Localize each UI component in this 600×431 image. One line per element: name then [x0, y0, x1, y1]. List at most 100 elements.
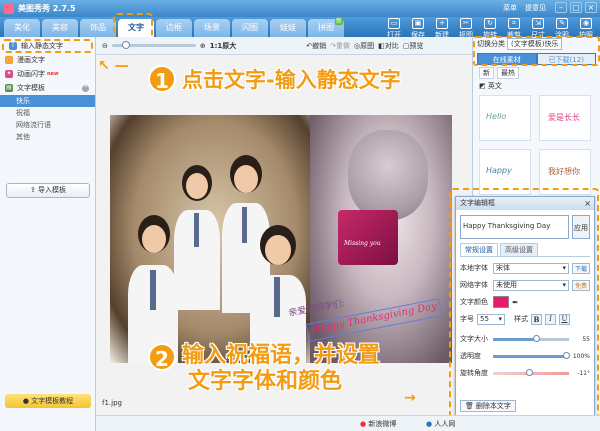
text-color-swatch[interactable]: [493, 296, 509, 308]
arrow-right-icon: →: [404, 390, 416, 406]
weibo-share-link[interactable]: ● 新浪微博: [360, 419, 396, 429]
main-tab-bar: 美化 美容 饰品 文字 边框 场景 闪图 娃娃 拼图 新 ▭ 打开 ▣ 保存 + 新建…: [0, 17, 600, 39]
apply-button[interactable]: 应用: [572, 215, 590, 239]
template-category-item[interactable]: 快乐: [0, 95, 95, 107]
opacity-knob[interactable]: [562, 351, 570, 359]
menu-link[interactable]: 菜单: [503, 3, 517, 13]
rotate-icon: ↻: [484, 18, 496, 29]
close-icon[interactable]: ×: [585, 2, 597, 13]
rotation-slider[interactable]: [493, 368, 569, 376]
student-tie: [150, 270, 156, 310]
tab-advanced-settings[interactable]: 高级设置: [500, 243, 538, 256]
preview-button[interactable]: ▢预览: [403, 41, 424, 51]
text-size-slider[interactable]: [493, 334, 569, 342]
folder-icon: ▭: [388, 18, 400, 29]
tab-collage-label: 拼图: [318, 23, 334, 32]
collapse-icon[interactable]: ^: [82, 84, 89, 92]
tab-beautify[interactable]: 美化: [4, 19, 40, 37]
style-label: 样式: [514, 315, 528, 323]
opacity-slider[interactable]: [493, 351, 570, 359]
template-thumb[interactable]: Hello: [479, 95, 531, 141]
undo-button[interactable]: ↶撤销: [306, 41, 326, 51]
text-size-label: 文字大小: [460, 335, 488, 343]
template-thumb-text: 我好想你: [548, 167, 580, 176]
text-content-input[interactable]: Happy Thanksgiving Day: [460, 215, 569, 239]
download-font-button[interactable]: 下载: [571, 262, 590, 274]
template-category-item[interactable]: 祝福: [0, 107, 95, 119]
redo-label: 重做: [336, 41, 351, 50]
delete-text-button[interactable]: 🗑 删除本文字: [460, 400, 516, 412]
new-file-icon: +: [436, 18, 448, 29]
maximize-icon[interactable]: □: [570, 2, 582, 13]
camera-icon: ◉: [580, 18, 592, 29]
compare-button[interactable]: ◧对比: [378, 41, 399, 51]
close-icon[interactable]: ×: [584, 197, 591, 210]
dialog-title: 文字编辑框: [460, 199, 495, 207]
text-edit-dialog: 文字编辑框 × Happy Thanksgiving Day 应用 常规设置 高…: [455, 196, 595, 416]
sidebar-item-label: 动画闪字: [17, 70, 45, 78]
compare-label: 对比: [384, 41, 399, 50]
cutout-icon: ✂: [460, 18, 472, 29]
local-font-select[interactable]: 宋体: [493, 262, 569, 274]
top-menu: 菜单 提意见: [503, 3, 546, 13]
underline-button[interactable]: U: [559, 313, 570, 325]
tab-makeup[interactable]: 美容: [42, 19, 78, 37]
template-thumb[interactable]: 爱是长长: [539, 95, 591, 141]
web-font-select[interactable]: 未使用: [493, 279, 569, 291]
subtab-new[interactable]: 新: [479, 67, 494, 79]
save-icon: ▣: [412, 18, 424, 29]
sidebar-item-text-template[interactable]: ▤ 文字模板 ^: [0, 81, 95, 95]
tab-accessories[interactable]: 饰品: [80, 19, 116, 37]
tab-border[interactable]: 边框: [156, 19, 192, 37]
template-category-item[interactable]: 其他: [0, 131, 95, 143]
italic-button[interactable]: I: [545, 313, 556, 325]
renren-share-link[interactable]: ● 人人网: [426, 419, 455, 429]
step2-line2: 文字字体和颜色: [188, 369, 343, 394]
eyedropper-icon[interactable]: ✒: [512, 298, 519, 307]
import-icon: ⇪: [29, 186, 39, 194]
rotation-value: -11°: [577, 369, 590, 377]
template-icon: ▤: [5, 84, 13, 92]
tab-basic-settings[interactable]: 常规设置: [460, 243, 498, 256]
template-tutorial-button[interactable]: ● 文字模板教程: [5, 394, 91, 408]
subtab-hot[interactable]: 最热: [497, 67, 519, 79]
import-template-button[interactable]: ⇪ 导入模板: [6, 183, 90, 198]
sidebar-item-comic-text[interactable]: ◌ 漫画文字: [0, 53, 95, 67]
redo-button[interactable]: ↷重做: [330, 41, 350, 51]
zoom-in-icon[interactable]: ⊕: [200, 42, 206, 50]
student-face: [142, 225, 166, 253]
step1-number: 1: [148, 65, 176, 93]
title-bar: 美图秀秀 2.7.5 菜单 提意见 – □ ×: [0, 0, 600, 17]
sidebar-item-label: 输入静态文字: [21, 42, 63, 50]
rotation-knob[interactable]: [526, 368, 534, 376]
zoom-slider[interactable]: [111, 41, 196, 49]
bulb-icon: ●: [22, 397, 32, 405]
font-size-select[interactable]: 55: [477, 313, 505, 325]
zoom-out-icon[interactable]: ⊖: [102, 42, 108, 50]
sidebar-item-static-text[interactable]: T 输入静态文字: [2, 39, 93, 53]
language-filter[interactable]: ◩ 英文: [479, 81, 594, 91]
step1-text: 点击文字-输入静态文字: [182, 68, 401, 92]
template-category-item[interactable]: 网络流行语: [0, 119, 95, 131]
free-font-button[interactable]: 免费: [571, 279, 590, 291]
minimize-icon[interactable]: –: [555, 2, 567, 13]
text-size-knob[interactable]: [532, 334, 540, 342]
zoom-actual-size[interactable]: 1:1原大: [210, 41, 237, 51]
edited-photo[interactable]: Missing you 亲爱的同学们: Happy Thanksgiving D…: [110, 115, 452, 363]
highlight-text-tab: [113, 13, 153, 39]
template-thumb-text: Hello: [486, 112, 507, 121]
dialog-title-bar[interactable]: 文字编辑框 ×: [456, 197, 594, 210]
tab-flash[interactable]: 闪图: [232, 19, 268, 37]
tab-doll[interactable]: 娃娃: [270, 19, 306, 37]
original-button[interactable]: ◎原图: [354, 41, 374, 51]
zoom-slider-knob[interactable]: [121, 41, 130, 49]
material-subtabs: 新 最热: [479, 67, 600, 79]
web-font-label: 网络字体: [460, 281, 488, 289]
new-badge: 新: [334, 18, 343, 25]
feedback-link[interactable]: 提意见: [525, 3, 546, 13]
tab-collage[interactable]: 拼图 新: [308, 18, 344, 37]
bold-button[interactable]: B: [531, 313, 542, 325]
step2-line1: 输入祝福语，并设置: [182, 343, 381, 368]
sidebar-item-flash-text[interactable]: ✦ 动画闪字 new: [0, 67, 95, 81]
tab-scene[interactable]: 场景: [194, 19, 230, 37]
